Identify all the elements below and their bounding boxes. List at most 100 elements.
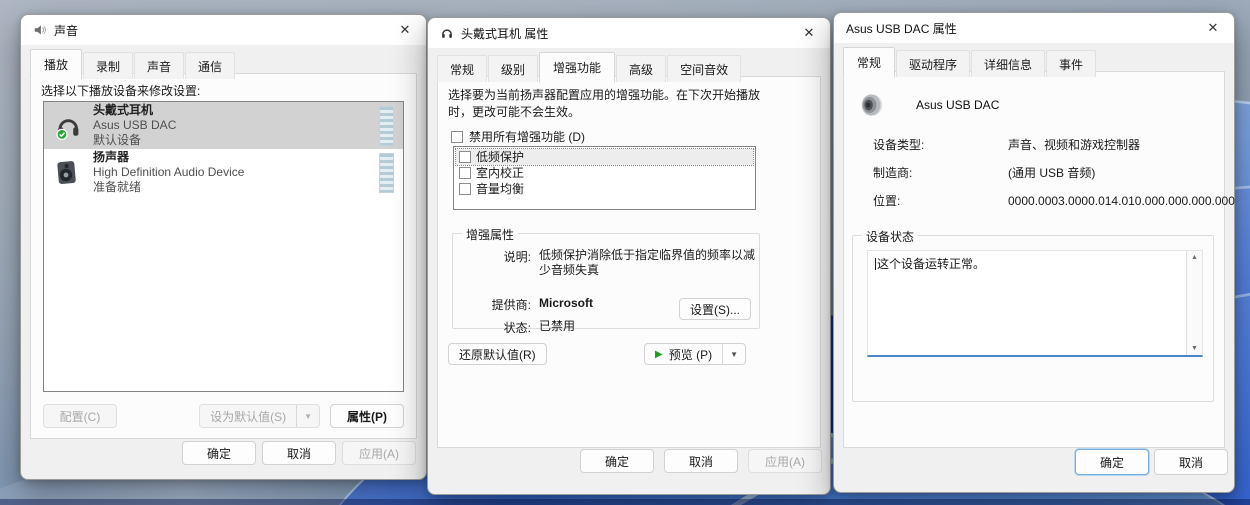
device-description: Asus USB DAC: [93, 118, 177, 132]
playback-tab-page: 选择以下播放设备来修改设置: 头戴式耳机 Asus USB DAC 默认设备 扬…: [30, 73, 417, 439]
headphone-titlebar[interactable]: 头戴式耳机 属性 ✕: [428, 18, 830, 48]
playback-device-list[interactable]: 头戴式耳机 Asus USB DAC 默认设备 扬声器 High Definit…: [43, 101, 404, 392]
enhancement-label: 音量均衡: [476, 182, 525, 196]
disable-all-checkbox[interactable]: [451, 130, 463, 143]
enhancement-checkbox[interactable]: [459, 167, 471, 179]
wallpaper-floor-shadow: [0, 499, 1250, 505]
tab-general[interactable]: 常规: [437, 55, 488, 82]
restore-defaults-button[interactable]: 还原默认值(R): [448, 343, 547, 365]
tab-details[interactable]: 详细信息: [971, 50, 1046, 77]
ok-button[interactable]: 确定: [1075, 449, 1149, 475]
field-value: 0000.0003.0000.014.010.000.000.000.000: [1008, 194, 1235, 208]
enhancement-item-loudness-equalization[interactable]: 音量均衡: [456, 181, 753, 197]
field-device-type: 设备类型: 声音、视频和游戏控制器: [873, 138, 1212, 152]
headphones-icon: [440, 26, 454, 40]
dac-tab-strip: 常规 驱动程序 详细信息 事件: [843, 47, 1097, 78]
enhancement-list[interactable]: 低频保护 室内校正 音量均衡: [453, 146, 756, 210]
device-status-text: 这个设备运转正常。: [877, 257, 986, 271]
tab-sounds[interactable]: 声音: [134, 52, 185, 79]
tab-spatial-sound[interactable]: 空间音效: [667, 55, 742, 82]
enhancement-label: 低频保护: [476, 150, 525, 164]
tab-recording[interactable]: 录制: [83, 52, 134, 79]
close-icon[interactable]: ✕: [1196, 15, 1230, 41]
device-description: High Definition Audio Device: [93, 165, 245, 179]
textarea-scrollbar[interactable]: ▲ ▼: [1186, 251, 1202, 355]
scroll-up-icon[interactable]: ▲: [1191, 254, 1198, 261]
headphone-tab-strip: 常规 级别 增强功能 高级 空间音效: [437, 52, 742, 83]
enhancements-description: 选择要为当前扬声器配置应用的增强功能。在下次开始播放时，更改可能不会生效。: [448, 88, 761, 119]
field-value: 声音、视频和游戏控制器: [1008, 138, 1141, 152]
enhancement-label: 室内校正: [476, 166, 525, 180]
cancel-button[interactable]: 取消: [262, 441, 336, 465]
group-title: 增强属性: [462, 226, 519, 243]
tab-levels[interactable]: 级别: [488, 55, 539, 82]
tab-playback[interactable]: 播放: [30, 49, 83, 80]
field-label: 设备类型:: [873, 138, 925, 152]
tab-events[interactable]: 事件: [1046, 50, 1097, 77]
tab-general[interactable]: 常规: [843, 47, 896, 78]
set-default-split-button[interactable]: 设为默认值(S) ▼: [199, 404, 320, 428]
device-status-textarea[interactable]: 这个设备运转正常。 ▲ ▼: [867, 250, 1203, 357]
cancel-button[interactable]: 取消: [664, 449, 738, 473]
enhancement-checkbox[interactable]: [459, 183, 471, 195]
field-label: 位置:: [873, 194, 901, 208]
ok-button[interactable]: 确定: [580, 449, 654, 473]
chevron-down-icon[interactable]: ▼: [722, 344, 745, 364]
cancel-button[interactable]: 取消: [1154, 449, 1228, 475]
tab-communications[interactable]: 通信: [185, 52, 236, 79]
enhancement-item-bass-protection[interactable]: 低频保护: [455, 148, 754, 166]
preview-split-button[interactable]: ▶ 预览 (P) ▼: [644, 343, 746, 365]
sound-titlebar[interactable]: 声音 ✕: [21, 15, 426, 45]
dac-titlebar[interactable]: Asus USB DAC 属性 ✕: [834, 13, 1234, 43]
enhancement-item-room-correction[interactable]: 室内校正: [456, 165, 753, 181]
disable-all-row[interactable]: 禁用所有增强功能 (D): [451, 128, 585, 145]
device-actions-row: 配置(C) 设为默认值(S) ▼ 属性(P): [43, 404, 404, 428]
device-info: 头戴式耳机 Asus USB DAC 默认设备: [93, 103, 369, 148]
description-label: 说明:: [503, 250, 531, 264]
device-name: 扬声器: [93, 150, 130, 164]
apply-button[interactable]: 应用(A): [748, 449, 822, 473]
tab-enhancements[interactable]: 增强功能: [539, 52, 616, 83]
device-status-group: 设备状态 这个设备运转正常。 ▲ ▼: [852, 228, 1214, 402]
enhancement-checkbox[interactable]: [459, 151, 471, 163]
dialog-title: 头戴式耳机 属性: [461, 26, 549, 41]
chevron-down-icon[interactable]: ▼: [296, 405, 319, 427]
enhancement-properties-group: 增强属性 说明: 低频保护消除低于指定临界值的频率以减少音频失真 提供商: Mi…: [452, 226, 760, 335]
ok-button[interactable]: 确定: [182, 441, 256, 465]
properties-button[interactable]: 属性(P): [330, 404, 404, 428]
speaker-icon: [33, 23, 47, 37]
settings-button[interactable]: 设置(S)...: [679, 298, 751, 320]
device-row-speakers[interactable]: 扬声器 High Definition Audio Device 准备就绪: [44, 149, 403, 196]
device-info: 扬声器 High Definition Audio Device 准备就绪: [93, 150, 369, 195]
field-label: 制造商:: [873, 166, 913, 180]
play-icon: ▶: [655, 348, 663, 360]
speakers-device-icon: [53, 158, 83, 188]
dac-properties-dialog: Asus USB DAC 属性 ✕ 常规 驱动程序 详细信息 事件 Asus U…: [833, 12, 1235, 493]
status-label: 状态:: [503, 321, 531, 335]
volume-meter: [379, 152, 394, 193]
apply-button[interactable]: 应用(A): [342, 441, 416, 465]
group-title: 设备状态: [862, 228, 919, 245]
headphones-device-icon: [53, 111, 83, 141]
status-value: 已禁用: [539, 319, 576, 333]
text-caret: [875, 258, 876, 270]
field-manufacturer: 制造商: (通用 USB 音频): [873, 166, 1212, 180]
set-default-label[interactable]: 设为默认值(S): [200, 405, 296, 427]
description-value: 低频保护消除低于指定临界值的频率以减少音频失真: [539, 248, 756, 277]
close-icon[interactable]: ✕: [792, 20, 826, 46]
device-row-headphones[interactable]: 头戴式耳机 Asus USB DAC 默认设备: [44, 102, 403, 149]
dac-device-header: Asus USB DAC: [858, 90, 999, 120]
tab-driver[interactable]: 驱动程序: [896, 50, 971, 77]
preview-label[interactable]: 预览 (P): [669, 346, 712, 363]
speaker-3d-icon: [858, 90, 888, 120]
field-value: (通用 USB 音频): [1008, 166, 1096, 180]
dialog-title: 声音: [54, 23, 79, 38]
tab-advanced[interactable]: 高级: [616, 55, 667, 82]
sound-dialog: 声音 ✕ 播放 录制 声音 通信 选择以下播放设备来修改设置: 头戴式耳机 As…: [20, 14, 427, 480]
sound-footer: 确定 取消 应用(A): [21, 433, 426, 479]
close-icon[interactable]: ✕: [388, 17, 422, 43]
configure-button[interactable]: 配置(C): [43, 404, 117, 428]
scroll-down-icon[interactable]: ▼: [1191, 345, 1198, 352]
device-status: 准备就绪: [93, 180, 142, 194]
device-status: 默认设备: [93, 133, 142, 147]
